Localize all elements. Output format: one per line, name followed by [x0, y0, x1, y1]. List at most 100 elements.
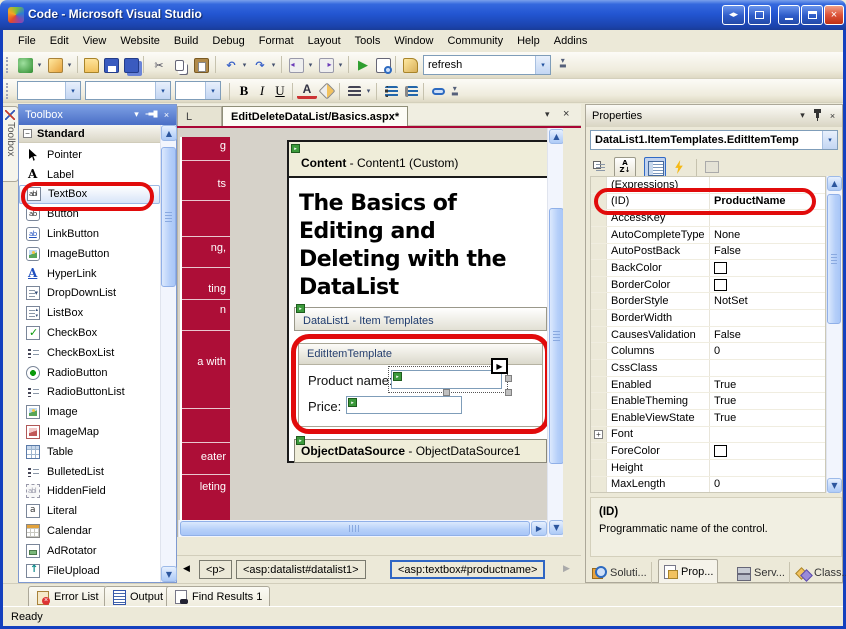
tagnav-p[interactable]: <p>: [199, 560, 232, 579]
add-new-item-icon[interactable]: [45, 55, 65, 75]
scroll-down-icon[interactable]: ▼: [549, 520, 563, 535]
new-website-icon[interactable]: [15, 55, 35, 75]
close-button[interactable]: ×: [824, 5, 844, 25]
font-combobox[interactable]: ▾: [85, 81, 171, 100]
tab-properties[interactable]: Prop...: [658, 559, 718, 583]
menu-website[interactable]: Website: [113, 32, 167, 50]
size-combobox[interactable]: ▾: [175, 81, 221, 100]
document-tab-background[interactable]: L: [177, 106, 222, 126]
object-selector[interactable]: DataList1.ItemTemplates.EditItemTemp ▾: [590, 130, 838, 150]
property-row[interactable]: BorderStyleNotSet: [591, 293, 825, 310]
toolbox-group-standard[interactable]: − Standard: [19, 125, 160, 143]
property-row-font[interactable]: +Font: [591, 427, 825, 444]
pin-icon[interactable]: [810, 109, 825, 124]
scroll-right-icon[interactable]: ▶: [531, 521, 547, 536]
toolbox-item-image[interactable]: Image: [19, 402, 160, 422]
menu-file[interactable]: File: [11, 32, 43, 50]
tab-output[interactable]: Output: [104, 586, 171, 607]
underline-icon[interactable]: U: [270, 81, 290, 101]
toolbox-side-tab[interactable]: Toolbox: [3, 106, 19, 182]
property-row[interactable]: Height: [591, 460, 825, 477]
properties-header[interactable]: Properties ▾ ×: [586, 105, 842, 127]
bold-icon[interactable]: B: [234, 81, 254, 101]
property-row-id[interactable]: (ID)ProductName: [591, 194, 825, 211]
toolbox-item-radiobuttonlist[interactable]: RadioButtonList: [19, 383, 160, 403]
scroll-up-icon[interactable]: ▲: [161, 125, 177, 141]
tagnav-datalist[interactable]: <asp:datalist#datalist1>: [236, 560, 366, 579]
toolbox-item-checkboxlist[interactable]: CheckBoxList: [19, 343, 160, 363]
font-color-icon[interactable]: A: [297, 82, 317, 99]
property-row[interactable]: CssClass: [591, 360, 825, 377]
save-all-icon[interactable]: [121, 55, 141, 75]
object-selector-dropdown-icon[interactable]: ▾: [822, 131, 837, 149]
alphabetical-icon[interactable]: AZ↓: [614, 157, 636, 178]
navigate-forward-dropdown-icon[interactable]: ▾: [336, 61, 345, 70]
toolbox-item-hyperlink[interactable]: HyperLink: [19, 264, 160, 284]
property-row[interactable]: EnabledTrue: [591, 377, 825, 394]
expand-icon[interactable]: +: [594, 430, 603, 439]
tagnav-forward-icon[interactable]: ▶: [563, 564, 570, 574]
tab-class-view[interactable]: Class...: [792, 562, 846, 583]
tagnav-back-icon[interactable]: ◀: [183, 564, 190, 574]
open-file-icon[interactable]: [81, 55, 101, 75]
property-row[interactable]: CausesValidationFalse: [591, 327, 825, 344]
window-forward-button[interactable]: [748, 5, 771, 25]
content-control-header[interactable]: ▸ Content - Content1 (Custom): [289, 142, 550, 178]
properties-view-icon[interactable]: [644, 157, 666, 178]
tab-solution-explorer[interactable]: Soluti...: [588, 562, 652, 583]
price-textbox[interactable]: ▸: [346, 396, 462, 414]
redo-dropdown-icon[interactable]: ▾: [269, 61, 278, 70]
tab-server-explorer[interactable]: Serv...: [732, 562, 790, 583]
property-row[interactable]: (Expressions): [591, 177, 825, 194]
undo-icon[interactable]: ↶: [221, 55, 241, 75]
cut-icon[interactable]: ✂: [149, 55, 169, 75]
hyperlink-chain-icon[interactable]: [428, 81, 448, 101]
find-combobox-value[interactable]: refresh: [424, 59, 535, 71]
toolbar-grip[interactable]: [6, 83, 10, 99]
menu-community[interactable]: Community: [440, 32, 510, 50]
toolbox-item-listbox[interactable]: ListBox: [19, 303, 160, 323]
editor-horizontal-scrollbar[interactable]: ▶: [178, 520, 547, 537]
find-combobox[interactable]: refresh ▾: [423, 55, 551, 75]
undo-dropdown-icon[interactable]: ▾: [240, 61, 249, 70]
toolbox-item-dropdownlist[interactable]: DropDownList: [19, 284, 160, 304]
find-combobox-dropdown-icon[interactable]: ▾: [535, 56, 550, 74]
redo-icon[interactable]: ↷: [250, 55, 270, 75]
toolbox-item-literal[interactable]: Literal: [19, 501, 160, 521]
view-in-browser-icon[interactable]: [373, 55, 393, 75]
toolbar-overflow-icon[interactable]: ▾▬: [451, 86, 459, 96]
window-position-icon[interactable]: ▾: [129, 108, 144, 123]
scrollbar-thumb[interactable]: [180, 521, 530, 536]
toolbox-item-button[interactable]: Button: [19, 204, 160, 224]
auto-hide-pin-icon[interactable]: [144, 108, 159, 123]
resize-handle[interactable]: [505, 375, 512, 382]
toolbox-item-calendar[interactable]: Calendar: [19, 521, 160, 541]
property-row[interactable]: AccessKey: [591, 210, 825, 227]
bulleted-list-icon[interactable]: [381, 81, 401, 101]
add-new-item-dropdown-icon[interactable]: ▾: [65, 61, 74, 70]
menu-debug[interactable]: Debug: [205, 32, 251, 50]
tagnav-textbox[interactable]: <asp:textbox#productname>: [390, 560, 545, 579]
maximize-button[interactable]: [801, 5, 823, 25]
property-row[interactable]: EnableViewStateTrue: [591, 410, 825, 427]
toolbox-scrollbar[interactable]: ▲ ▼: [160, 125, 176, 582]
smart-tag-button[interactable]: ▶: [491, 358, 508, 374]
menu-window[interactable]: Window: [387, 32, 440, 50]
toolbox-item-imagemap[interactable]: ImageMap: [19, 422, 160, 442]
property-row[interactable]: BorderWidth: [591, 310, 825, 327]
close-icon[interactable]: ×: [825, 109, 840, 124]
property-grid-scrollbar[interactable]: ▲ ▼: [826, 176, 842, 493]
italic-icon[interactable]: I: [252, 81, 272, 101]
scrollbar-thumb[interactable]: [161, 147, 176, 287]
property-row[interactable]: ForeColor: [591, 443, 825, 460]
toolbox-item-bulletedlist[interactable]: BulletedList: [19, 462, 160, 482]
copy-icon[interactable]: [169, 55, 189, 75]
editor-vertical-scrollbar[interactable]: ▲ ▼: [547, 128, 563, 537]
minimize-button[interactable]: [778, 5, 800, 25]
save-icon[interactable]: [101, 55, 121, 75]
navigate-backward-icon[interactable]: ◂: [286, 55, 306, 75]
scroll-down-icon[interactable]: ▼: [827, 478, 842, 493]
property-row[interactable]: AutoPostBackFalse: [591, 244, 825, 261]
menu-layout[interactable]: Layout: [301, 32, 348, 50]
property-row[interactable]: EnableThemingTrue: [591, 393, 825, 410]
